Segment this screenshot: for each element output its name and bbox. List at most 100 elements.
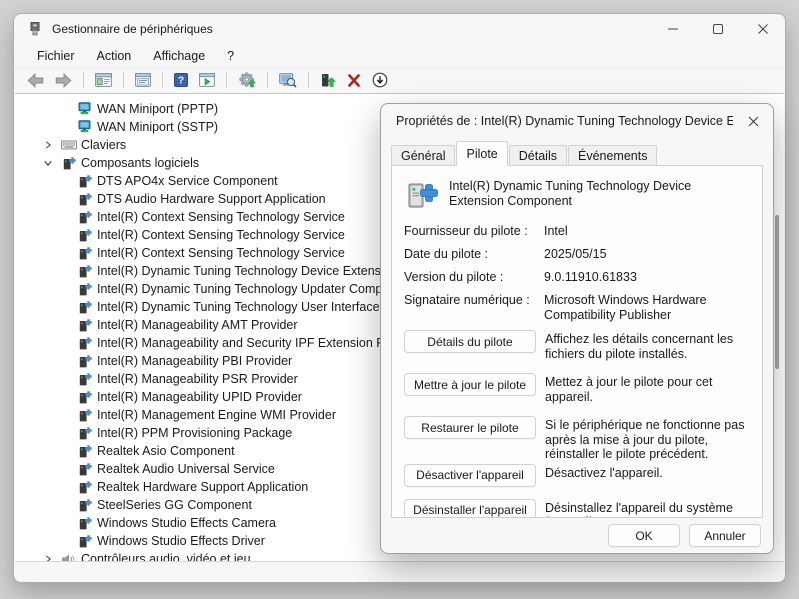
chevron-right-icon[interactable]	[39, 554, 56, 562]
dialog-title: Propriétés de : Intel(R) Dynamic Tuning …	[396, 114, 733, 128]
help-button[interactable]: ?	[171, 72, 191, 88]
action-row-restaurer-le-pilote: Restaurer le pilote Si le périphérique ne…	[404, 416, 750, 462]
info-value: Intel	[544, 224, 750, 239]
window-title: Gestionnaire de périphériques	[52, 22, 213, 36]
disable-device-button[interactable]	[369, 71, 391, 89]
tree-item-label: Intel(R) Context Sensing Technology Serv…	[97, 210, 345, 224]
software-component-icon	[76, 390, 93, 404]
software-component-icon	[76, 480, 93, 494]
console-tree-button[interactable]	[92, 72, 115, 88]
properties-icon	[135, 73, 151, 87]
keyboard-icon	[60, 139, 77, 151]
svg-text:?: ?	[178, 75, 184, 87]
device-header: Intel(R) Dynamic Tuning Technology Devic…	[404, 177, 750, 211]
software-component-icon	[76, 210, 93, 224]
update-driver-button[interactable]	[235, 71, 259, 89]
action-row-mettre-a-jour-le-pilote: Mettre à jour le pilote Mettez à jour le …	[404, 373, 750, 404]
forward-button[interactable]	[52, 72, 75, 89]
tree-item-label: Intel(R) Manageability PSR Provider	[97, 372, 298, 386]
chevron-right-icon[interactable]	[39, 140, 56, 150]
menu-bar: FichierActionAffichage?	[14, 44, 785, 68]
console-tree-icon	[95, 73, 112, 87]
software-component-icon	[60, 156, 77, 170]
software-component-icon	[404, 177, 438, 211]
add-drivers-icon	[320, 73, 336, 88]
minimize-icon	[668, 24, 678, 34]
menu-item-help[interactable]: ?	[216, 46, 245, 66]
title-bar: Gestionnaire de périphériques	[14, 14, 785, 44]
back-icon	[27, 73, 44, 88]
tree-item-label: Intel(R) Management Engine WMI Provider	[97, 408, 336, 422]
properties-button[interactable]	[132, 72, 154, 88]
action-description: Affichez les détails concernant les fich…	[545, 330, 750, 361]
tab-evenements[interactable]: Événements	[568, 145, 657, 165]
chevron-down-icon[interactable]	[39, 158, 56, 168]
action-row-details-du-pilote: Détails du pilote Affichez les détails co…	[404, 330, 750, 361]
tree-item-label: Intel(R) Dynamic Tuning Technology User …	[97, 300, 398, 314]
info-row-fournisseur-du-pilote: Fournisseur du pilote :Intel	[404, 224, 750, 239]
back-button[interactable]	[24, 72, 47, 89]
close-icon	[748, 116, 759, 127]
software-component-icon	[76, 228, 93, 242]
menu-item-action[interactable]: Action	[86, 46, 143, 66]
info-label: Date du pilote :	[404, 247, 544, 262]
software-component-icon	[76, 174, 93, 188]
tree-item-label: Intel(R) Manageability and Security IPF …	[97, 336, 402, 350]
tree-item-label: Windows Studio Effects Driver	[97, 534, 265, 548]
tree-item-label: DTS Audio Hardware Support Application	[97, 192, 326, 206]
tree-item-label: Realtek Asio Component	[97, 444, 235, 458]
mettre-a-jour-le-pilote-button[interactable]: Mettre à jour le pilote	[404, 373, 536, 396]
software-component-icon	[76, 264, 93, 278]
action-row-desactiver-l-appareil: Désactiver l'appareilDésactivez l'appare…	[404, 464, 750, 487]
software-component-icon	[76, 192, 93, 206]
action-description: Désinstallez l'appareil du système (avan…	[545, 499, 750, 519]
software-component-icon	[76, 426, 93, 440]
tree-item-label: WAN Miniport (SSTP)	[97, 120, 218, 134]
software-component-icon	[76, 300, 93, 314]
software-component-icon	[76, 498, 93, 512]
cancel-button[interactable]: Annuler	[689, 524, 761, 547]
desactiver-l-appareil-button[interactable]: Désactiver l'appareil	[404, 464, 536, 487]
tree-item-label: Claviers	[81, 138, 126, 152]
pilote-tab-page: Intel(R) Dynamic Tuning Technology Devic…	[391, 165, 763, 518]
tab-pilote[interactable]: Pilote	[456, 141, 507, 166]
tree-item-label: SteelSeries GG Component	[97, 498, 252, 512]
minimize-button[interactable]	[650, 14, 695, 44]
audio-controller-icon	[60, 553, 77, 563]
ok-button[interactable]: OK	[608, 524, 680, 547]
properties-dialog: Propriétés de : Intel(R) Dynamic Tuning …	[380, 103, 774, 554]
tree-item-label: Intel(R) Dynamic Tuning Technology Devic…	[97, 264, 398, 278]
details-du-pilote-button[interactable]: Détails du pilote	[404, 330, 536, 353]
close-button[interactable]	[740, 14, 785, 44]
action-description: Mettez à jour le pilote pour cet apparei…	[545, 373, 750, 404]
info-label: Signataire numérique :	[404, 293, 544, 322]
menu-item-affichage[interactable]: Affichage	[142, 46, 216, 66]
maximize-icon	[713, 24, 723, 34]
uninstall-device-button[interactable]	[344, 73, 364, 88]
tree-item-label: Intel(R) Manageability UPID Provider	[97, 390, 302, 404]
menu-item-fichier[interactable]: Fichier	[26, 46, 86, 66]
scan-hardware-button[interactable]	[276, 72, 300, 89]
action-pane-button[interactable]	[196, 72, 218, 88]
tree-scrollbar-thumb[interactable]	[775, 215, 779, 369]
close-icon	[758, 24, 768, 34]
toolbar-separator	[308, 72, 309, 88]
add-drivers-button[interactable]	[317, 72, 339, 89]
software-component-icon	[76, 336, 93, 350]
restaurer-le-pilote-button[interactable]: Restaurer le pilote	[404, 416, 536, 439]
info-row-date-du-pilote: Date du pilote :2025/05/15	[404, 247, 750, 262]
dialog-close-button[interactable]	[733, 104, 773, 138]
maximize-button[interactable]	[695, 14, 740, 44]
tree-item-label: Intel(R) Manageability AMT Provider	[97, 318, 298, 332]
dialog-title-bar: Propriétés de : Intel(R) Dynamic Tuning …	[381, 104, 773, 138]
driver-actions: Détails du pilote Affichez les détails co…	[404, 330, 750, 518]
tree-item-label: Realtek Hardware Support Application	[97, 480, 308, 494]
desinstaller-l-appareil-button[interactable]: Désinstaller l'appareil	[404, 499, 536, 519]
info-label: Fournisseur du pilote :	[404, 224, 544, 239]
tab-details[interactable]: Détails	[509, 145, 567, 165]
dialog-footer: OK Annuler	[381, 518, 773, 553]
action-description: Si le périphérique ne fonctionne pas apr…	[545, 416, 750, 462]
tab-general[interactable]: Général	[391, 145, 455, 165]
tree-item-label: Intel(R) Context Sensing Technology Serv…	[97, 246, 345, 260]
software-component-icon	[76, 372, 93, 386]
